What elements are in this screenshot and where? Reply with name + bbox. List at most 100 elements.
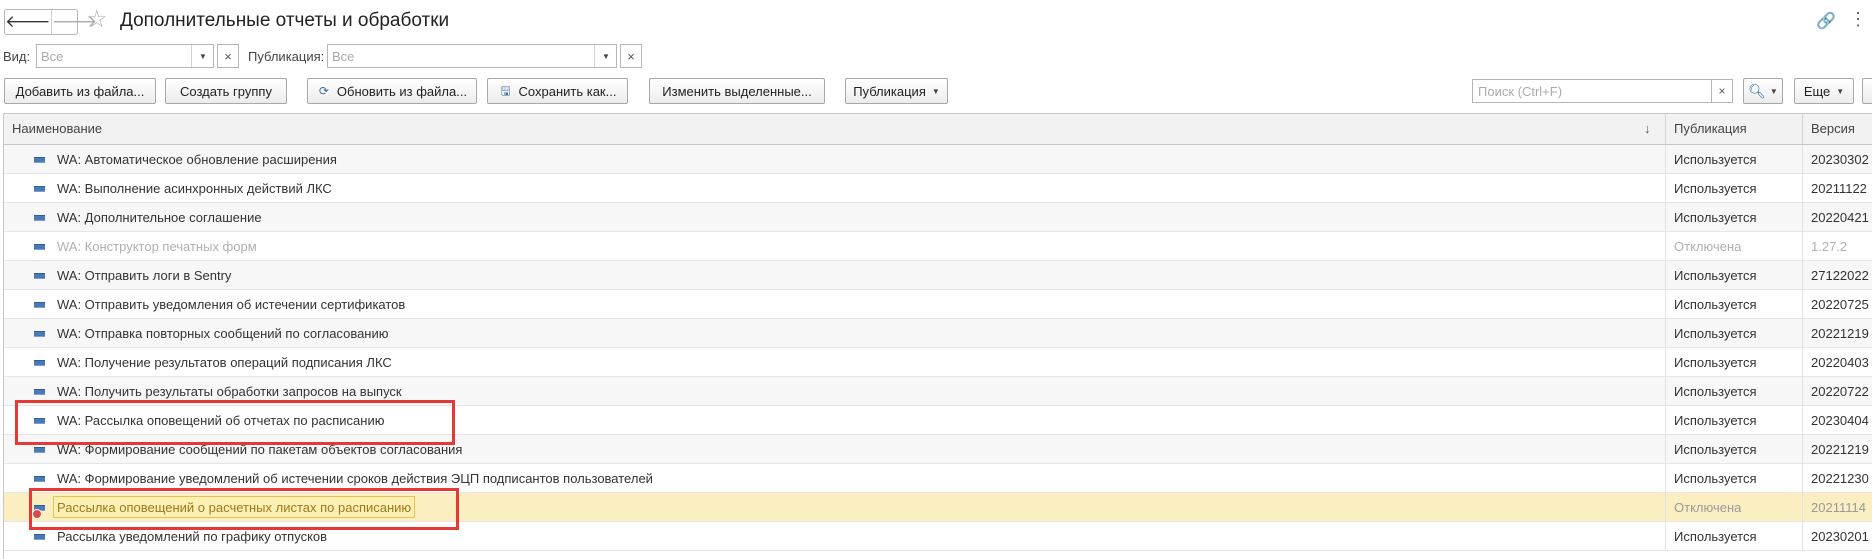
row-version: 20221219 (1811, 326, 1869, 341)
row-publication: Используется (1674, 384, 1757, 399)
save-icon: 🖫 (500, 84, 511, 98)
star-icon[interactable]: ☆ (86, 7, 108, 33)
report-item-icon (34, 215, 45, 221)
row-name: WA: Дополнительное соглашение (57, 210, 262, 225)
kind-filter-input[interactable]: Все (41, 49, 63, 64)
close-icon[interactable]: × (1712, 79, 1733, 103)
publication-menu-button[interactable]: Публикация ▼ (845, 78, 948, 104)
row-name: Рассылка уведомлений по графику отпусков (57, 529, 328, 544)
close-icon[interactable]: × (217, 44, 239, 68)
search-input[interactable]: Поиск (Ctrl+F) (1472, 79, 1712, 103)
table-row[interactable]: WA: Дополнительное соглашение Используетс… (4, 203, 1872, 232)
table-row[interactable]: WA: Отправить уведомления об истечении с… (4, 290, 1872, 319)
chevron-down-icon: ▼ (1769, 86, 1778, 96)
save-as-button[interactable]: 🖫 Сохранить как... (487, 78, 628, 104)
row-version: 27122022 (1811, 268, 1869, 283)
table-row[interactable]: WA: Отправить логи в Sentry Используется 2… (4, 261, 1872, 290)
row-publication: Используется (1674, 181, 1757, 196)
row-name: WA: Выполнение асинхронных действий ЛКС (57, 181, 332, 196)
report-item-icon (34, 360, 45, 366)
table-row[interactable]: WA: Конструктор печатных форм Отключена 1.… (4, 232, 1872, 261)
vertical-dots-icon[interactable]: ⋮ (1849, 9, 1867, 30)
row-version: 20220403 (1811, 355, 1869, 370)
row-publication: Используется (1674, 413, 1757, 428)
row-version: 20220725 (1811, 297, 1869, 312)
row-publication: Отключена (1674, 239, 1742, 254)
table-row[interactable]: Рассылка уведомлений по графику отпусков… (4, 522, 1872, 551)
create-group-button[interactable]: Создать группу (165, 78, 287, 104)
more-button[interactable]: Еще ▼ (1794, 78, 1854, 104)
row-name: Рассылка оповещений о расчетных листах п… (57, 500, 412, 515)
table-row[interactable]: WA: Получение результатов операций подпи… (4, 348, 1872, 377)
report-item-icon (34, 186, 45, 192)
update-from-file-label: Обновить из файла... (336, 83, 468, 99)
row-publication: Используется (1674, 326, 1757, 341)
chevron-down-icon[interactable]: ▼ (594, 45, 617, 67)
search-placeholder: Поиск (Ctrl+F) (1478, 84, 1563, 99)
row-version: 20230201 (1811, 529, 1869, 544)
row-publication: Используется (1674, 152, 1757, 167)
row-publication: Используется (1674, 529, 1757, 544)
row-name: WA: Отправить логи в Sentry (57, 268, 232, 283)
row-name: WA: Конструктор печатных форм (57, 239, 257, 254)
report-item-icon (34, 447, 45, 453)
column-header-version[interactable]: Версия (1803, 114, 1872, 144)
row-name: WA: Отправка повторных сообщений по согл… (57, 326, 389, 341)
title-bar: 🡐 🡒 ☆ Дополнительные отчеты и обработки … (0, 0, 1872, 40)
chevron-down-icon: ▼ (1836, 86, 1845, 96)
update-from-file-button[interactable]: ⟳ Обновить из файла... (307, 78, 477, 104)
row-publication: Используется (1674, 355, 1757, 370)
close-icon[interactable]: × (620, 44, 642, 68)
search-icon: 🔍︎ (1748, 82, 1766, 99)
search-button[interactable]: 🔍︎ ▼ (1743, 78, 1783, 104)
chevron-down-icon: ▼ (931, 86, 940, 96)
column-header-name[interactable]: Наименование (4, 114, 1665, 144)
row-publication: Используется (1674, 442, 1757, 457)
help-button[interactable] (1862, 78, 1872, 104)
add-from-file-button[interactable]: Добавить из файла... (4, 78, 156, 104)
add-from-file-label: Добавить из файла... (15, 83, 145, 99)
row-name: WA: Автоматическое обновление расширения (57, 152, 337, 167)
change-selected-button[interactable]: Изменить выделенные... (649, 78, 825, 104)
publication-menu-label: Публикация (853, 83, 926, 99)
table-row[interactable]: WA: Выполнение асинхронных действий ЛКС И… (4, 174, 1872, 203)
table-row[interactable]: WA: Получить результаты обработки запрос… (4, 377, 1872, 406)
row-name: WA: Рассылка оповещений об отчетах по ра… (57, 413, 385, 428)
table-row[interactable]: WA: Формирование уведомлений об истечени… (4, 464, 1872, 493)
report-item-icon (34, 244, 45, 250)
row-version: 20221219 (1811, 442, 1869, 457)
row-version: 20220722 (1811, 384, 1869, 399)
table-row[interactable]: WA: Формирование сообщений по пакетам об… (4, 435, 1872, 464)
row-publication: Используется (1674, 297, 1757, 312)
table-row[interactable]: WA: Автоматическое обновление расширения… (4, 145, 1872, 174)
create-group-label: Создать группу (180, 83, 272, 99)
column-header-publication[interactable]: Публикация (1666, 114, 1802, 144)
publication-filter-label: Публикация: (248, 49, 325, 64)
row-version: 20211114 (1811, 500, 1866, 515)
row-name: WA: Получить результаты обработки запрос… (57, 384, 402, 399)
row-version: 20221230 (1811, 471, 1869, 486)
report-item-icon (34, 476, 45, 482)
report-item-icon (34, 273, 45, 279)
chevron-down-icon[interactable]: ▼ (191, 45, 214, 67)
row-version: 20220421 (1811, 210, 1869, 225)
row-version: 20230302 (1811, 152, 1869, 167)
update-file-icon: ⟳ (318, 84, 329, 98)
table-header: Наименование ↓ Публикация Версия (4, 114, 1872, 145)
table-row[interactable]: WA: Рассылка оповещений об отчетах по ра… (4, 406, 1872, 435)
publication-filter-input[interactable]: Все (332, 49, 354, 64)
table-row[interactable]: WA: Отправка повторных сообщений по согл… (4, 319, 1872, 348)
row-name: WA: Формирование сообщений по пакетам об… (57, 442, 463, 457)
kind-filter-field[interactable]: Все ▼ (36, 44, 214, 68)
navigation-buttons: 🡐 🡒 (4, 9, 97, 35)
report-item-icon (34, 302, 45, 308)
sort-desc-icon[interactable]: ↓ (1644, 114, 1651, 144)
arrow-left-icon[interactable]: 🡐 (5, 10, 52, 34)
change-selected-label: Изменить выделенные... (662, 83, 812, 99)
report-item-icon (34, 331, 45, 337)
publication-filter-field[interactable]: Все ▼ (327, 44, 617, 68)
report-item-icon (34, 389, 45, 395)
table-row[interactable]: Рассылка оповещений о расчетных листах п… (4, 493, 1872, 522)
link-icon[interactable]: 🔗 (1816, 11, 1836, 31)
page-title: Дополнительные отчеты и обработки (120, 10, 450, 31)
